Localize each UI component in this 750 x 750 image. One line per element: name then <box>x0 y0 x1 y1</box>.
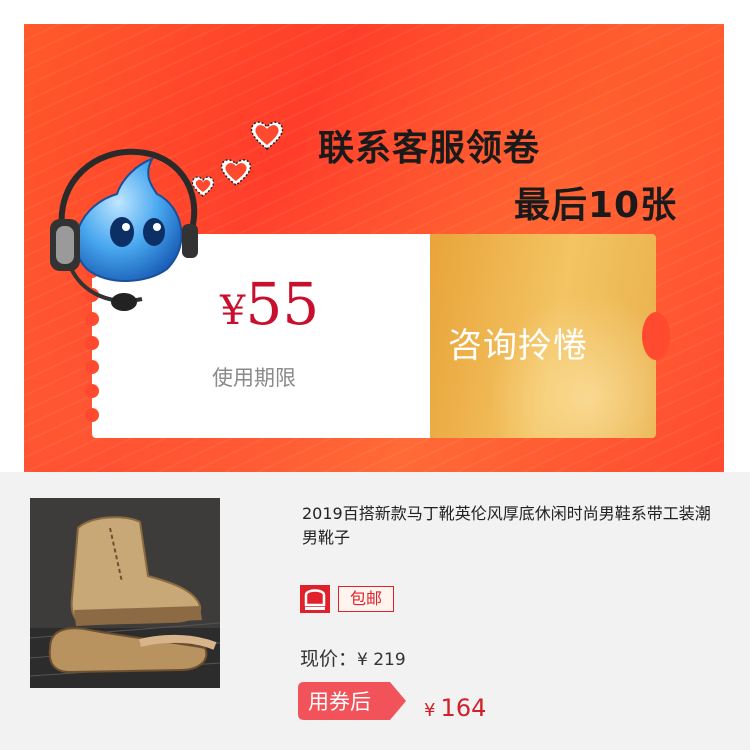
free-shipping-badge: 包邮 <box>338 586 394 612</box>
product-title[interactable]: 2019百搭新款马丁靴英伦风厚底休闲时尚男鞋系带工装潮男靴子 <box>302 502 722 550</box>
after-coupon-label: 用券后 <box>308 690 371 714</box>
coupon-amount: ¥55 <box>220 270 319 338</box>
after-coupon-tag: 用券后 <box>298 682 406 720</box>
coupon-banner: 联系客服领卷 最后10张 ¥55 使用期限 咨询拎惓 <box>24 24 724 472</box>
final-price: ¥ 164 <box>424 694 486 722</box>
coupon-value: 55 <box>245 270 320 338</box>
ticket-notch <box>642 312 670 360</box>
final-price-currency: ¥ <box>424 700 436 721</box>
banner-subheadline: 最后10张 <box>514 185 678 226</box>
product-image-boots[interactable] <box>30 498 220 688</box>
claim-coupon-button[interactable]: 咨询拎惓 <box>430 234 670 438</box>
product-card[interactable]: 2019百搭新款马丁靴英伦风厚底休闲时尚男鞋系带工装潮男靴子 包邮 现价：¥ 2… <box>0 472 750 750</box>
current-price-value: ¥ 219 <box>357 650 406 670</box>
banner-headline: 联系客服领卷 <box>318 128 541 169</box>
current-price-label: 现价： <box>300 648 358 670</box>
heart-icon <box>250 121 284 150</box>
customer-service-mascot-icon <box>50 148 198 311</box>
tmall-icon <box>300 585 330 613</box>
current-price: 现价：¥ 219 <box>300 644 406 671</box>
coupon-currency: ¥ <box>220 288 246 334</box>
final-price-value: 164 <box>440 694 487 722</box>
coupon-validity-label: 使用期限 <box>212 366 296 390</box>
heart-icon <box>220 159 252 186</box>
claim-coupon-label: 咨询拎惓 <box>448 326 588 366</box>
